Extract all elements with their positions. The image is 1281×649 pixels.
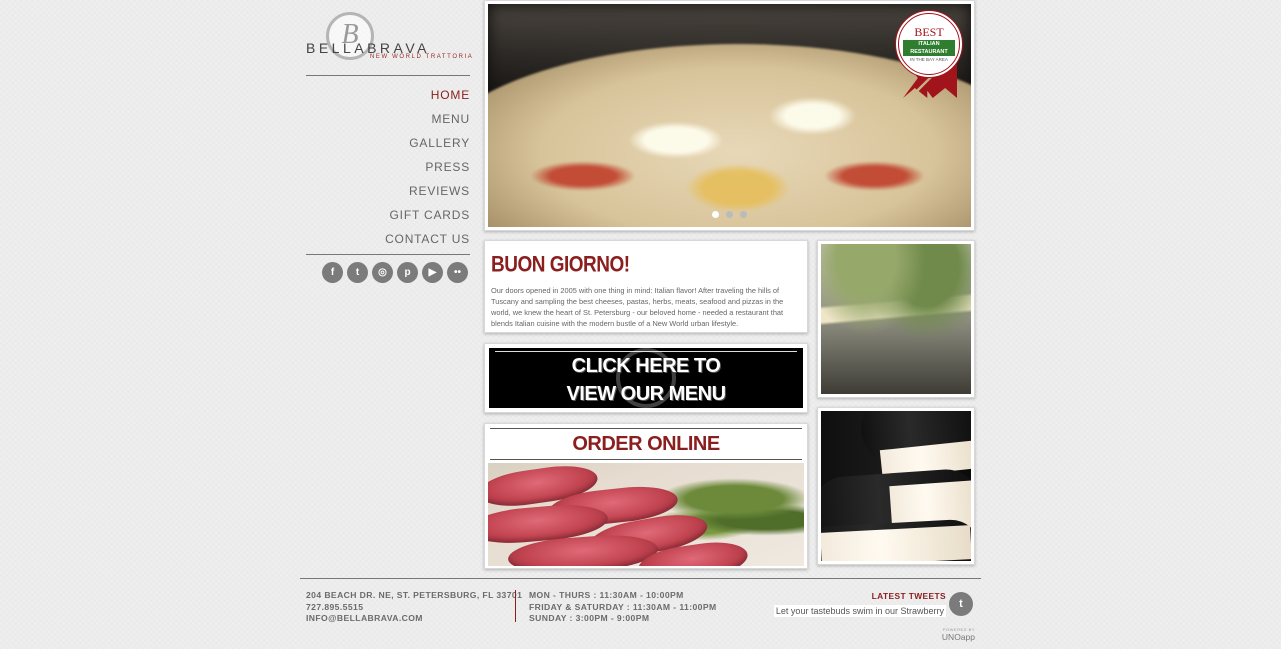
nav-item-gift-cards[interactable]: GIFT CARDS [306,203,470,227]
welcome-card: BUON GIORNO! Our doors opened in 2005 wi… [484,240,808,333]
nav-item-press[interactable]: PRESS [306,155,470,179]
latest-tweets-heading: LATEST TWEETS [871,591,946,601]
nav-item-home[interactable]: HOME [306,83,470,107]
hours-weekend: FRIDAY & SATURDAY : 11:30AM - 11:00PM [529,601,717,612]
address-line: 204 BEACH DR. NE, ST. PETERSBURG, FL 337… [306,590,523,600]
hero-pizza-image: BEST ITALIAN RESTAURANT IN THE BAY AREA [488,4,971,227]
view-menu-label: CLICK HERE TO VIEW OUR MENU [566,355,726,405]
nav-item-menu[interactable]: MENU [306,107,470,131]
order-online-card[interactable]: ORDER ONLINE [484,423,808,569]
slider-dot-3[interactable] [740,211,747,218]
nav-item-reviews[interactable]: REVIEWS [306,179,470,203]
tuna-dish-image [488,463,804,566]
hours-sunday: SUNDAY : 3:00PM - 9:00PM [529,613,650,623]
nav-bottom-divider [306,254,470,255]
welcome-title: BUON GIORNO! [491,253,630,278]
latest-tweets: LATEST TWEETS Let your tastebuds swim in… [700,591,946,619]
flickr-icon[interactable]: •• [447,262,468,283]
logo-tagline: NEW WORLD TRATTORIA [370,54,474,60]
social-links: f t ◎ p ▶ •• [322,262,468,283]
nav-item-gallery[interactable]: GALLERY [306,131,470,155]
footer-vertical-divider [515,590,516,622]
footer-address: 204 BEACH DR. NE, ST. PETERSBURG, FL 337… [306,590,522,625]
nav-item-contact-us[interactable]: CONTACT US [306,227,470,251]
wine-bottles-photo[interactable] [817,407,975,565]
hero-slider[interactable]: BEST ITALIAN RESTAURANT IN THE BAY AREA [484,0,975,231]
twitter-icon[interactable]: t [347,262,368,283]
youtube-icon[interactable]: ▶ [422,262,443,283]
slider-dots [488,211,971,218]
unoapp-brand: UNOapp [941,632,975,642]
pinterest-icon[interactable]: p [397,262,418,283]
hours-weekday: MON - THURS : 11:30AM - 10:00PM [529,590,684,600]
facebook-icon[interactable]: f [322,262,343,283]
footer-divider [300,578,981,579]
phone-link[interactable]: 727.895.5515 [306,602,522,614]
twitter-icon[interactable]: t [949,592,973,616]
nav-top-divider [306,75,470,76]
view-menu-button[interactable]: CLICK HERE TO VIEW OUR MENU [484,343,808,413]
latest-tweet-text[interactable]: Let your tastebuds swim in our Strawberr… [773,605,946,617]
patio-photo[interactable] [817,240,975,398]
footer-hours: MON - THURS : 11:30AM - 10:00PM FRIDAY &… [529,590,717,625]
slider-dot-2[interactable] [726,211,733,218]
logo[interactable]: B BELLABRAVA NEW WORLD TRATTORIA [306,12,472,68]
instagram-icon[interactable]: ◎ [372,262,393,283]
order-online-title: ORDER ONLINE [490,428,802,460]
welcome-body: Our doors opened in 2005 with one thing … [491,286,784,328]
email-link[interactable]: INFO@BELLABRAVA.COM [306,613,522,625]
best-italian-award-badge: BEST ITALIAN RESTAURANT IN THE BAY AREA [895,10,965,100]
powered-by[interactable]: POWERED BY UNOapp [900,627,975,642]
slider-dot-1[interactable] [712,211,719,218]
main-nav: HOME MENU GALLERY PRESS REVIEWS GIFT CAR… [306,83,470,251]
